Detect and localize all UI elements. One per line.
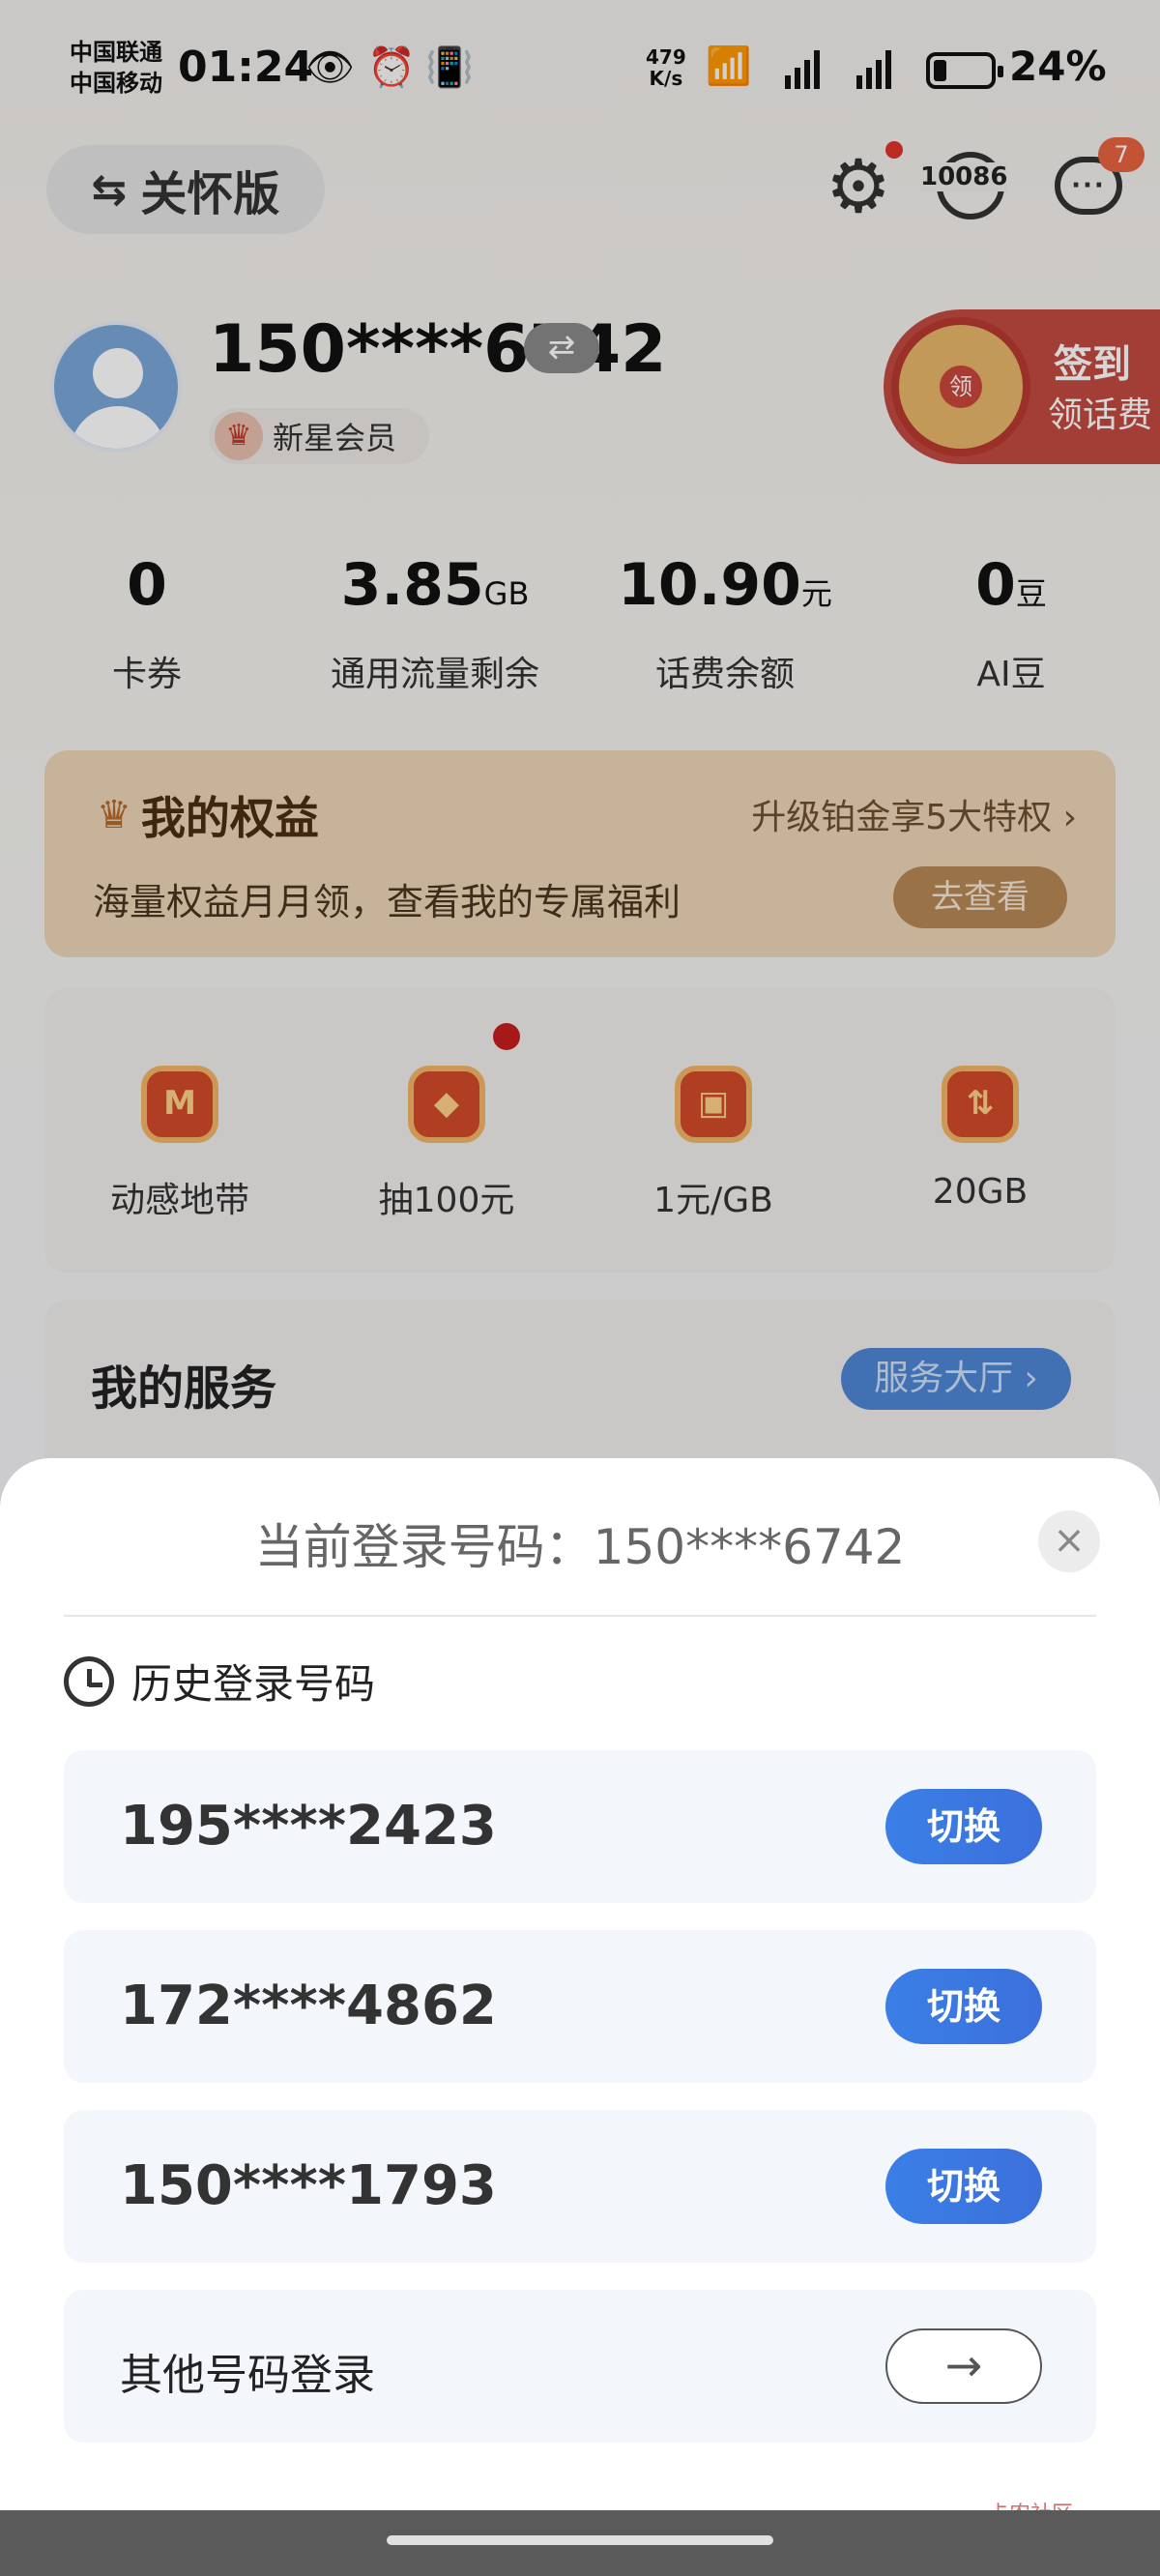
divider bbox=[64, 1615, 1096, 1617]
arrow-right-icon[interactable]: → bbox=[885, 2328, 1042, 2404]
account-row: 195****2423 切换 bbox=[64, 1750, 1096, 1903]
system-nav-bar bbox=[0, 2510, 1160, 2576]
current-login-number: 当前登录号码：150****6742 bbox=[254, 1519, 906, 1575]
account-row: 150****1793 切换 bbox=[64, 2110, 1096, 2263]
account-number: 172****4862 bbox=[120, 1975, 497, 2037]
switch-button[interactable]: 切换 bbox=[885, 1789, 1042, 1864]
other-login-label: 其他号码登录 bbox=[120, 2351, 375, 2400]
account-row: 172****4862 切换 bbox=[64, 1930, 1096, 2083]
other-login-row[interactable]: 其他号码登录 → bbox=[64, 2290, 1096, 2443]
history-header: 历史登录号码 bbox=[64, 1652, 375, 1711]
close-icon[interactable]: × bbox=[1038, 1510, 1100, 1572]
account-number: 150****1793 bbox=[120, 2154, 497, 2217]
home-indicator[interactable] bbox=[387, 2535, 773, 2545]
switch-button[interactable]: 切换 bbox=[885, 1969, 1042, 2044]
clock-icon bbox=[64, 1655, 114, 1707]
account-number: 195****2423 bbox=[120, 1795, 497, 1858]
switch-account-sheet: 当前登录号码：150****6742 × 历史登录号码 195****2423 … bbox=[0, 1458, 1160, 2510]
switch-button[interactable]: 切换 bbox=[885, 2149, 1042, 2224]
history-title: 历史登录号码 bbox=[131, 1660, 376, 1708]
